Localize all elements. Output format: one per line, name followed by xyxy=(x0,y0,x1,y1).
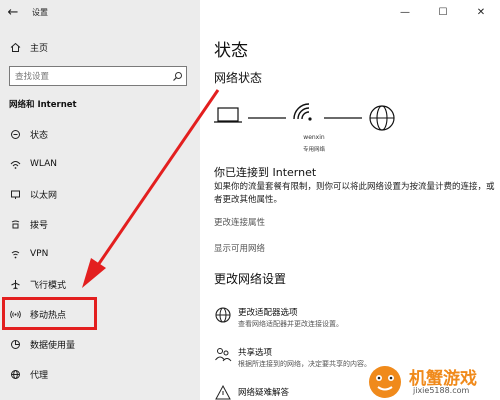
back-arrow-icon: ← xyxy=(7,4,19,20)
sharing-icon xyxy=(214,346,232,364)
show-networks-link[interactable]: 显示可用网络 xyxy=(214,242,265,254)
ethernet-icon xyxy=(0,189,30,200)
watermark: 机蟹游戏 jixie5188.com xyxy=(365,360,500,400)
sidebar-item-label: 拨号 xyxy=(30,220,49,231)
change-properties-link[interactable]: 更改连接属性 xyxy=(214,216,265,228)
adapter-options-link[interactable]: 更改适配器选项 xyxy=(238,306,298,318)
sidebar-item-dialup[interactable]: 拨号 xyxy=(0,212,200,236)
wifi-icon xyxy=(0,159,30,170)
sidebar-item-label: 数据使用量 xyxy=(30,340,76,351)
change-settings-heading: 更改网络设置 xyxy=(214,272,287,286)
adapter-options-desc: 查看网络适配器并更改连接设置。 xyxy=(238,320,343,328)
watermark-url: jixie5188.com xyxy=(413,386,470,395)
minimize-button[interactable]: — xyxy=(386,0,424,24)
window-controls: — ☐ ✕ xyxy=(386,0,500,24)
main-panel: — ☐ ✕ 状态 网络状态 wenxin 专用网络 你已连接到 Internet… xyxy=(200,0,500,400)
sidebar-item-label: 代理 xyxy=(30,370,49,381)
network-name: wenxin xyxy=(303,134,325,141)
sidebar: ← 设置 主页 查找设置 网络和 Internet 状态 WLAN 以太网 拨号… xyxy=(0,0,200,400)
title-bar: ← 设置 xyxy=(0,0,200,24)
connection-status-title: 你已连接到 Internet xyxy=(214,166,317,179)
minimize-icon: — xyxy=(400,6,410,18)
data-usage-icon xyxy=(0,339,30,350)
group-title: 网络和 Internet xyxy=(9,100,77,110)
sidebar-item-label: WLAN xyxy=(30,159,58,169)
close-icon: ✕ xyxy=(476,6,486,18)
sidebar-item-status[interactable]: 状态 xyxy=(0,122,200,146)
maximize-icon: ☐ xyxy=(438,6,448,18)
back-button[interactable]: ← xyxy=(0,0,26,24)
troubleshoot-icon xyxy=(214,384,232,400)
troubleshoot-link[interactable]: 网络疑难解答 xyxy=(238,386,289,398)
laptop-icon xyxy=(214,107,242,123)
sidebar-item-label: 状态 xyxy=(30,130,49,141)
adapter-icon xyxy=(214,306,232,324)
network-status-heading: 网络状态 xyxy=(214,71,263,85)
home-icon xyxy=(0,42,30,53)
sidebar-item-vpn[interactable]: VPN xyxy=(0,242,200,266)
sidebar-item-label: VPN xyxy=(30,249,49,259)
search-icon[interactable] xyxy=(168,67,186,85)
search-input[interactable]: 查找设置 xyxy=(9,66,187,86)
internet-globe-icon xyxy=(369,105,395,131)
sidebar-item-wlan[interactable]: WLAN xyxy=(0,152,200,176)
dialup-icon xyxy=(0,219,30,230)
sidebar-item-proxy[interactable]: 代理 xyxy=(0,362,200,386)
sidebar-item-label: 主页 xyxy=(30,43,49,54)
sidebar-item-data-usage[interactable]: 数据使用量 xyxy=(0,332,200,356)
sidebar-item-airplane[interactable]: 飞行模式 xyxy=(0,272,200,296)
hotspot-highlight-box xyxy=(2,297,97,330)
vpn-icon xyxy=(0,249,30,260)
sharing-options-desc: 根据所连接到的网络，决定要共享的内容。 xyxy=(238,360,371,368)
network-type: 专用网络 xyxy=(302,147,325,153)
airplane-icon xyxy=(0,279,30,290)
maximize-button[interactable]: ☐ xyxy=(424,0,462,24)
app-title: 设置 xyxy=(32,7,48,17)
sharing-options-link[interactable]: 共享选项 xyxy=(238,346,272,358)
page-title: 状态 xyxy=(214,41,248,61)
wifi-signal-icon xyxy=(293,103,312,121)
globe-icon xyxy=(0,369,30,380)
crab-logo-icon xyxy=(369,366,401,398)
sidebar-item-home[interactable]: 主页 xyxy=(0,37,200,57)
connection-description: 如果你的流量套餐有限制，则你可以将此网络设置为按流量计费的连接，或者更改其他属性… xyxy=(214,182,495,205)
status-icon xyxy=(0,129,30,140)
search-placeholder: 查找设置 xyxy=(15,72,50,82)
close-button[interactable]: ✕ xyxy=(462,0,500,24)
sidebar-item-ethernet[interactable]: 以太网 xyxy=(0,182,200,206)
sidebar-item-label: 以太网 xyxy=(30,190,58,201)
sidebar-item-label: 飞行模式 xyxy=(30,280,67,291)
